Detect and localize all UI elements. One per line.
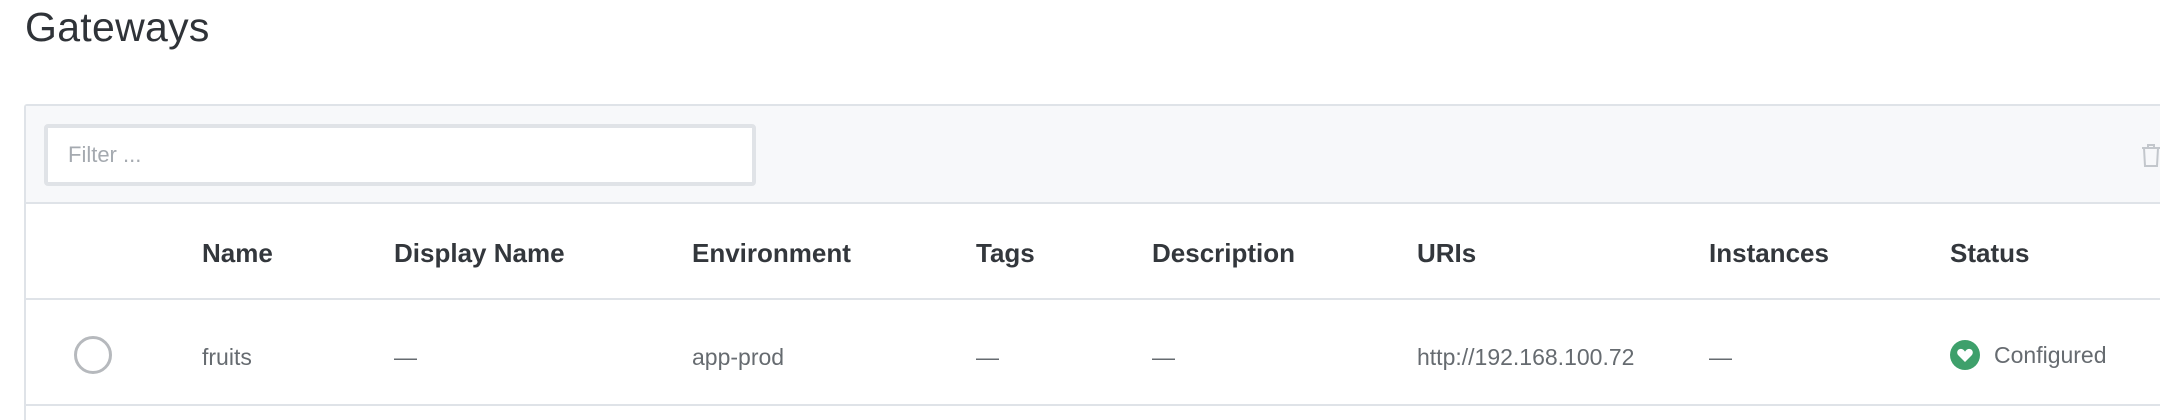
column-header-description[interactable]: Description xyxy=(1152,238,1295,269)
column-header-tags[interactable]: Tags xyxy=(976,238,1035,269)
cell-instances: — xyxy=(1709,344,1732,370)
page-title: Gateways xyxy=(25,4,210,50)
column-header-environment[interactable]: Environment xyxy=(692,238,851,269)
status-text: Configured xyxy=(1994,341,2107,368)
row-select-radio[interactable] xyxy=(74,336,112,374)
cell-tags: — xyxy=(976,344,999,370)
gateways-page: Gateways Name Display Name Environment T… xyxy=(0,0,2160,420)
cell-uris: http://192.168.100.72 xyxy=(1417,344,1635,370)
column-header-instances[interactable]: Instances xyxy=(1709,238,1829,269)
cell-display-name: — xyxy=(394,344,417,370)
table-toolbar xyxy=(26,106,2160,204)
cell-name[interactable]: fruits xyxy=(202,344,252,371)
gateways-panel: Name Display Name Environment Tags Descr… xyxy=(24,104,2160,420)
column-header-display-name[interactable]: Display Name xyxy=(394,238,565,269)
column-header-uris[interactable]: URIs xyxy=(1417,238,1476,269)
table-row[interactable]: fruits — app-prod — — http://192.168.100… xyxy=(26,302,2160,406)
column-header-status[interactable]: Status xyxy=(1950,238,2029,269)
cell-description: — xyxy=(1152,344,1175,370)
heart-icon xyxy=(1950,340,1980,370)
column-header-name[interactable]: Name xyxy=(202,238,273,269)
filter-input[interactable] xyxy=(44,124,756,186)
cell-environment: app-prod xyxy=(692,344,785,370)
table-header: Name Display Name Environment Tags Descr… xyxy=(26,204,2160,300)
trash-icon[interactable] xyxy=(2140,142,2160,168)
status-badge: Configured xyxy=(1950,340,2107,370)
